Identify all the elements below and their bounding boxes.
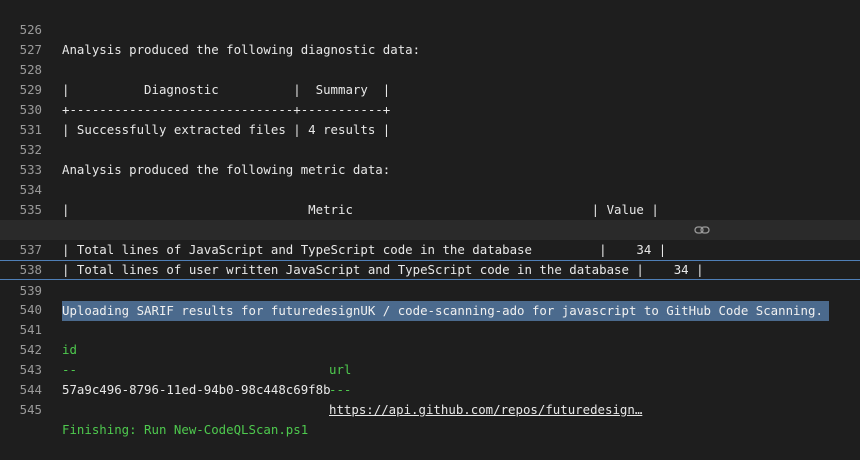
link-icon[interactable] [694,224,710,236]
line-number[interactable]: 545 [0,400,42,420]
log-line: 534 | Metric | Value | [0,160,860,217]
log-line: 545 Finishing: Run New-CodeQLScan.ps1 [0,380,860,437]
log-line: 528 | Diagnostic | Summary | [0,40,860,97]
analysis-url-link[interactable]: https://api.github.com/repos/futuredesig… [329,400,642,420]
log-line: 529 +------------------------------+----… [0,60,860,117]
log-line: 532 Analysis produced the following metr… [0,120,860,177]
log-line: 530 | Successfully extracted files | 4 r… [0,80,860,137]
log-line: 533 [0,140,860,177]
log-line: 542 -- --- [0,320,860,397]
finishing-status: Finishing: Run New-CodeQLScan.ps1 [62,422,309,437]
log-line: 544 [0,360,860,397]
log-line: 527 [0,20,860,57]
log-line: 541 id url [0,300,860,377]
log-line: 540 [0,280,860,317]
log-line: 536 | Total lines of JavaScript and Type… [0,200,860,257]
log-line-hovered: 537 | Total lines of user written JavaSc… [0,220,860,277]
log-line: 538 [0,240,860,277]
log-output: 526 Analysis produced the following diag… [0,0,860,437]
log-line: 543 57a9c496-8796-11ed-94b0-98c448c69f8b… [0,340,860,417]
log-line-selected: 539 Uploading SARIF results for futurede… [0,260,860,321]
log-line: 535 +-----------------------------------… [0,180,860,237]
log-line: 526 Analysis produced the following diag… [0,0,860,57]
log-line: 531 [0,100,860,137]
